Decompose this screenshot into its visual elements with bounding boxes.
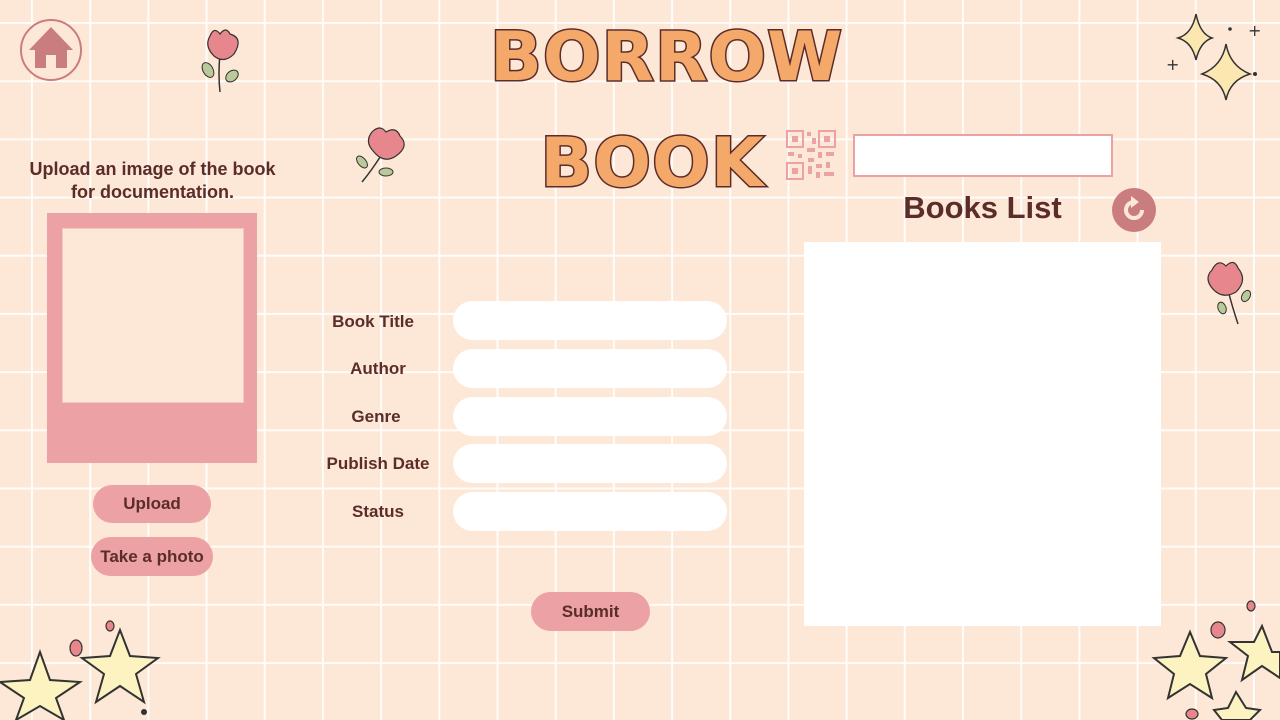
take-photo-button[interactable]: Take a photo [91, 537, 213, 576]
upload-button[interactable]: Upload [93, 485, 211, 523]
title-line-2: BOOK [539, 123, 765, 205]
publish-date-input[interactable] [453, 444, 727, 483]
tulip-sticker-icon [356, 127, 405, 183]
publish-date-label: Publish Date [326, 454, 430, 473]
svg-text:+: + [1248, 21, 1261, 40]
refresh-icon [1112, 188, 1156, 232]
search-input[interactable] [853, 134, 1113, 177]
author-label: Author [350, 359, 406, 378]
refresh-button[interactable] [1111, 187, 1157, 233]
status-label: Status [352, 502, 404, 521]
book-title-label: Book Title [332, 312, 414, 331]
genre-label: Genre [351, 407, 401, 426]
book-title-input[interactable] [453, 301, 727, 340]
home-icon [20, 19, 82, 81]
tulip-sticker-icon [1207, 261, 1252, 325]
home-button[interactable] [20, 19, 82, 81]
author-input[interactable] [453, 349, 727, 388]
books-list[interactable] [804, 242, 1161, 626]
qr-code-icon[interactable] [786, 130, 836, 180]
submit-button[interactable]: Submit [531, 592, 650, 631]
page-title: BORROW BOOK [489, 17, 844, 208]
photo-preview [62, 228, 244, 403]
svg-text:+: + [1166, 55, 1179, 74]
genre-input[interactable] [453, 397, 727, 436]
title-line-1: BORROW [489, 17, 844, 99]
books-list-title: Books List [903, 190, 1062, 225]
sparkle-sticker-icon: + + [1166, 13, 1261, 101]
star-sticker-icon [0, 620, 161, 720]
photo-frame [47, 213, 257, 463]
upload-caption: Upload an image of the book for document… [29, 159, 276, 202]
star-sticker-icon [1151, 600, 1280, 720]
tulip-sticker-icon [201, 29, 239, 93]
status-input[interactable] [453, 492, 727, 531]
